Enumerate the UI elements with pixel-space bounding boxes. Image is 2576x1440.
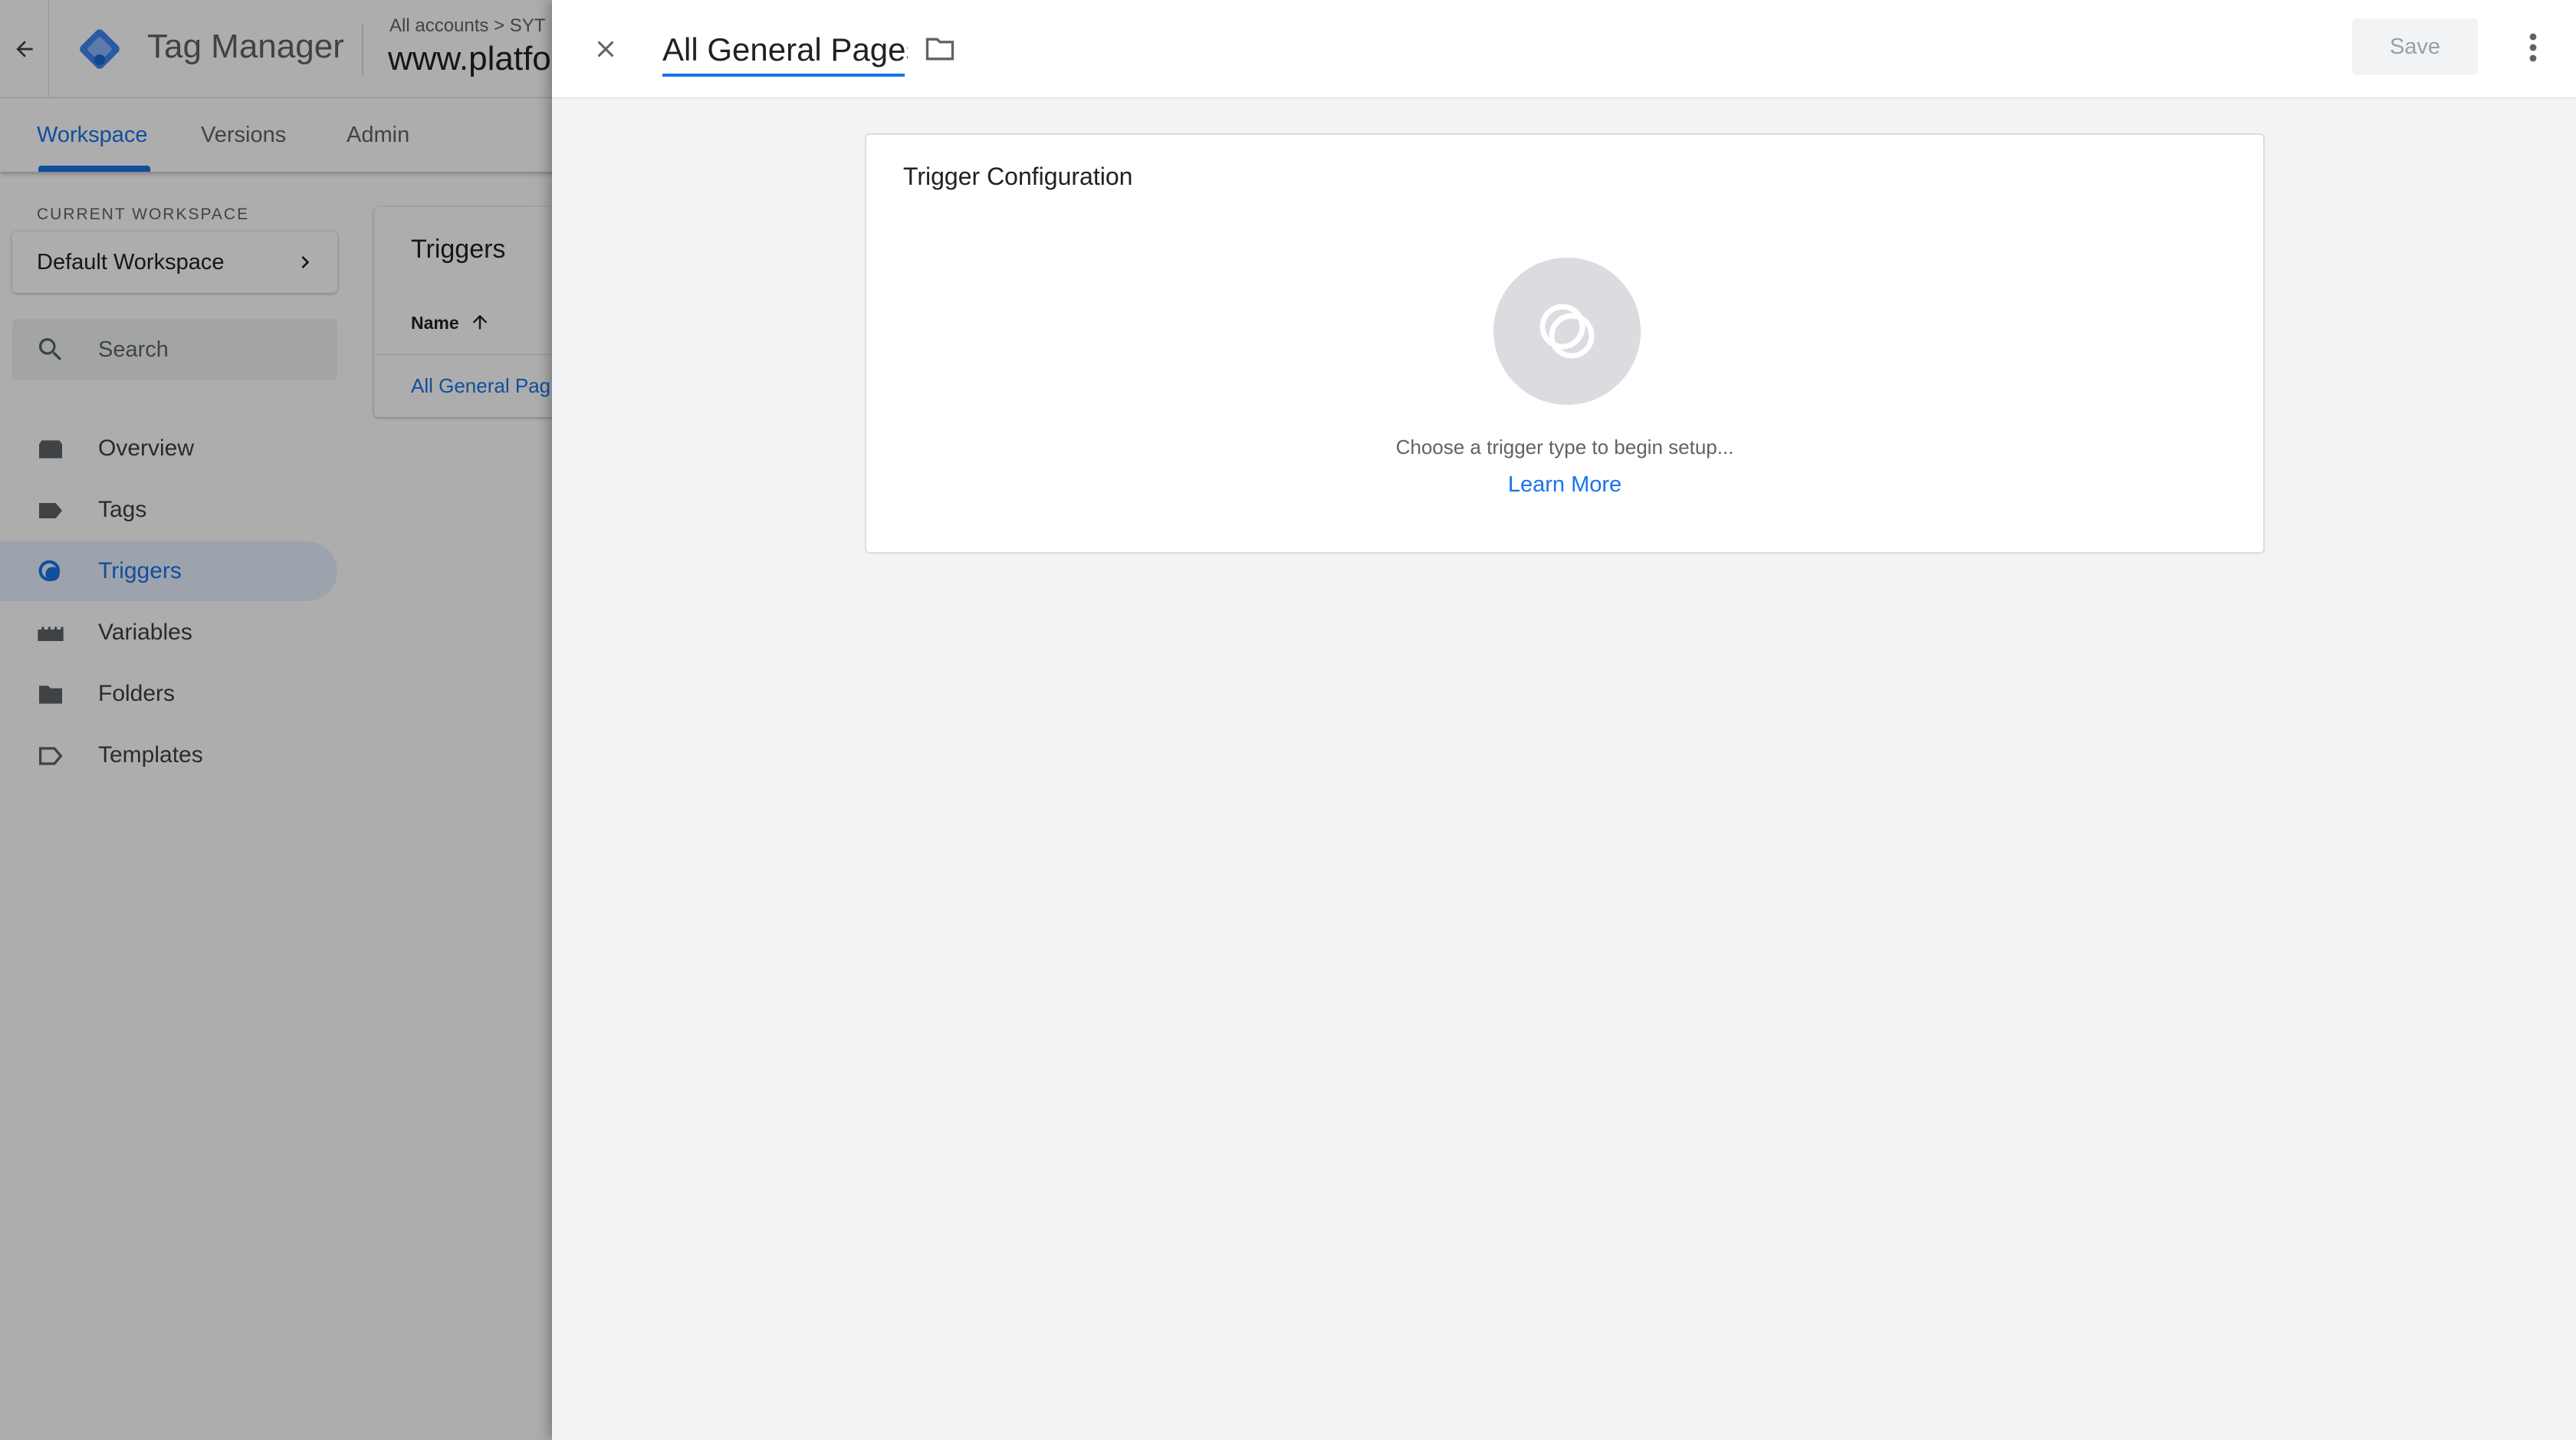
trigger-configuration-title: Trigger Configuration — [903, 163, 1133, 190]
save-button[interactable]: Save — [2352, 18, 2478, 75]
more-vert-icon — [2529, 33, 2537, 62]
trigger-editor-panel: Save Trigger Configuration Choose a trig… — [552, 0, 2576, 1440]
trigger-type-icon — [1539, 304, 1595, 359]
close-button[interactable] — [587, 31, 624, 67]
setup-hint: Choose a trigger type to begin setup... — [1395, 436, 1734, 459]
trigger-name-input[interactable] — [662, 26, 908, 74]
close-icon — [597, 41, 614, 58]
choose-trigger-type-button[interactable] — [1493, 258, 1641, 405]
more-options-button[interactable] — [2515, 28, 2551, 67]
learn-more-link[interactable]: Learn More — [866, 472, 2263, 498]
trigger-configuration-card[interactable]: Trigger Configuration Choose a trigger t… — [865, 133, 2265, 554]
panel-header: Save — [552, 0, 2576, 98]
trigger-name-underline — [662, 74, 905, 77]
folder-outline-icon[interactable] — [922, 32, 958, 66]
